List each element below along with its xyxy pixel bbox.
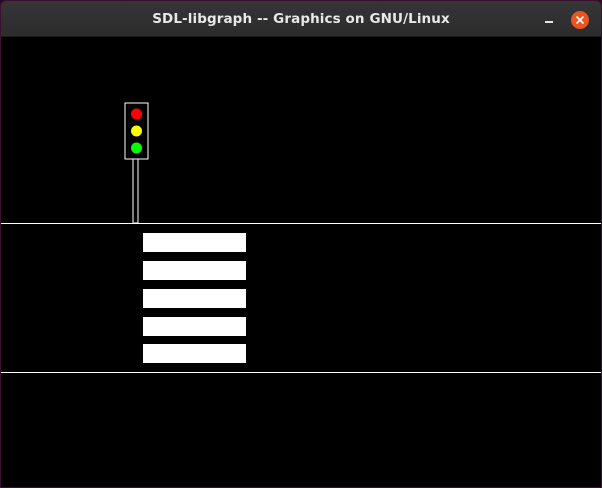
crosswalk-stripe [143,344,246,363]
crosswalk-stripe [143,261,246,280]
signal-red-lamp [131,108,142,120]
crosswalk [143,233,246,363]
crosswalk-stripe [143,317,246,336]
traffic-light [124,102,149,224]
signal-yellow-lamp [131,125,142,137]
minimize-button[interactable] [539,10,559,30]
crosswalk-stripe [143,233,246,252]
crosswalk-stripe [143,289,246,308]
graphics-canvas [1,37,601,487]
app-window: SDL-libgraph -- Graphics on GNU/Linux [0,0,602,488]
close-button[interactable] [571,11,589,29]
window-title: SDL-libgraph -- Graphics on GNU/Linux [152,11,450,27]
signal-green-lamp [131,142,142,154]
close-icon [576,16,584,24]
scene-drawing [1,102,601,373]
minimize-icon [545,21,553,23]
traffic-light-pole [132,158,139,224]
title-bar[interactable]: SDL-libgraph -- Graphics on GNU/Linux [1,1,601,37]
